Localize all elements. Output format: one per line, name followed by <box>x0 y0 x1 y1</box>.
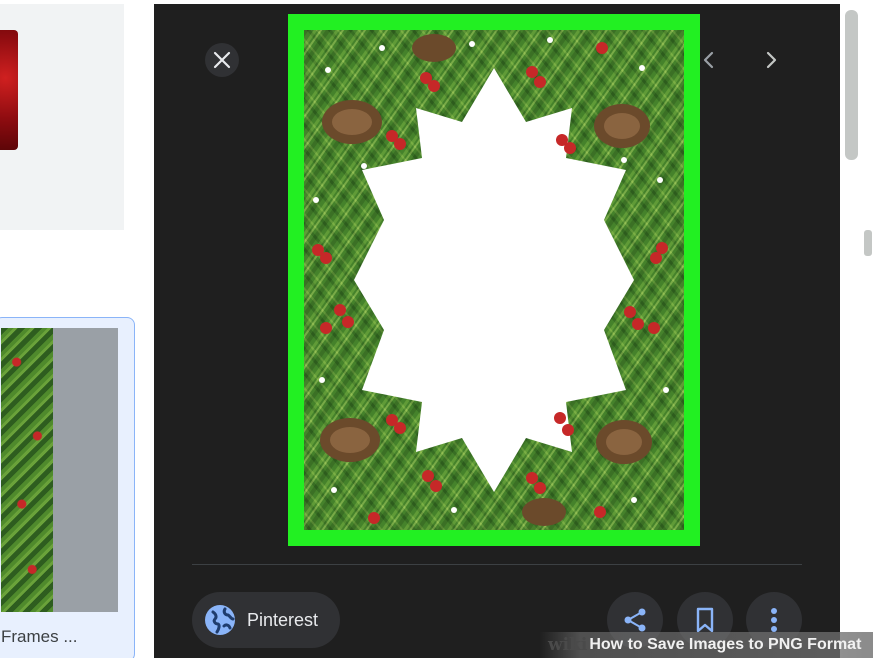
result-caption[interactable]: Frames ... <box>1 627 78 647</box>
search-results-panel: Frames ... <box>0 0 154 658</box>
source-link-button[interactable]: Pinterest <box>192 592 340 648</box>
thumbnail-greenery <box>1 328 53 612</box>
panel-divider <box>192 564 802 565</box>
source-label: Pinterest <box>247 609 319 630</box>
result-thumbnail-top[interactable] <box>0 4 124 230</box>
bookmark-icon <box>696 607 714 633</box>
globe-icon <box>205 605 235 635</box>
result-thumbnail[interactable] <box>1 328 118 612</box>
thumbnail-shade <box>53 328 118 612</box>
image-preview-panel: Pinterest <box>154 4 840 658</box>
preview-image[interactable] <box>288 14 700 546</box>
watermark-title: How to Save Images to PNG Format <box>589 636 862 653</box>
watermark-brand: wiki <box>548 635 588 655</box>
more-vert-icon <box>771 608 777 632</box>
selected-result-card[interactable]: Frames ... <box>0 317 135 658</box>
next-image-button[interactable] <box>754 43 788 77</box>
chevron-right-icon <box>766 51 777 69</box>
christmas-frame-image <box>304 30 684 530</box>
scrollbar-handle[interactable] <box>864 230 872 256</box>
result-image-fragment <box>0 30 18 150</box>
wikihow-watermark: wiki How to Save Images to PNG Format <box>540 632 873 658</box>
close-icon <box>213 51 231 69</box>
chevron-left-icon <box>703 51 714 69</box>
page-scrollbar[interactable] <box>840 0 873 658</box>
screen: Frames ... Pinterest wiki How to Save Im… <box>0 0 873 658</box>
share-icon <box>624 608 646 632</box>
close-button[interactable] <box>205 43 239 77</box>
scrollbar-thumb[interactable] <box>845 10 858 160</box>
